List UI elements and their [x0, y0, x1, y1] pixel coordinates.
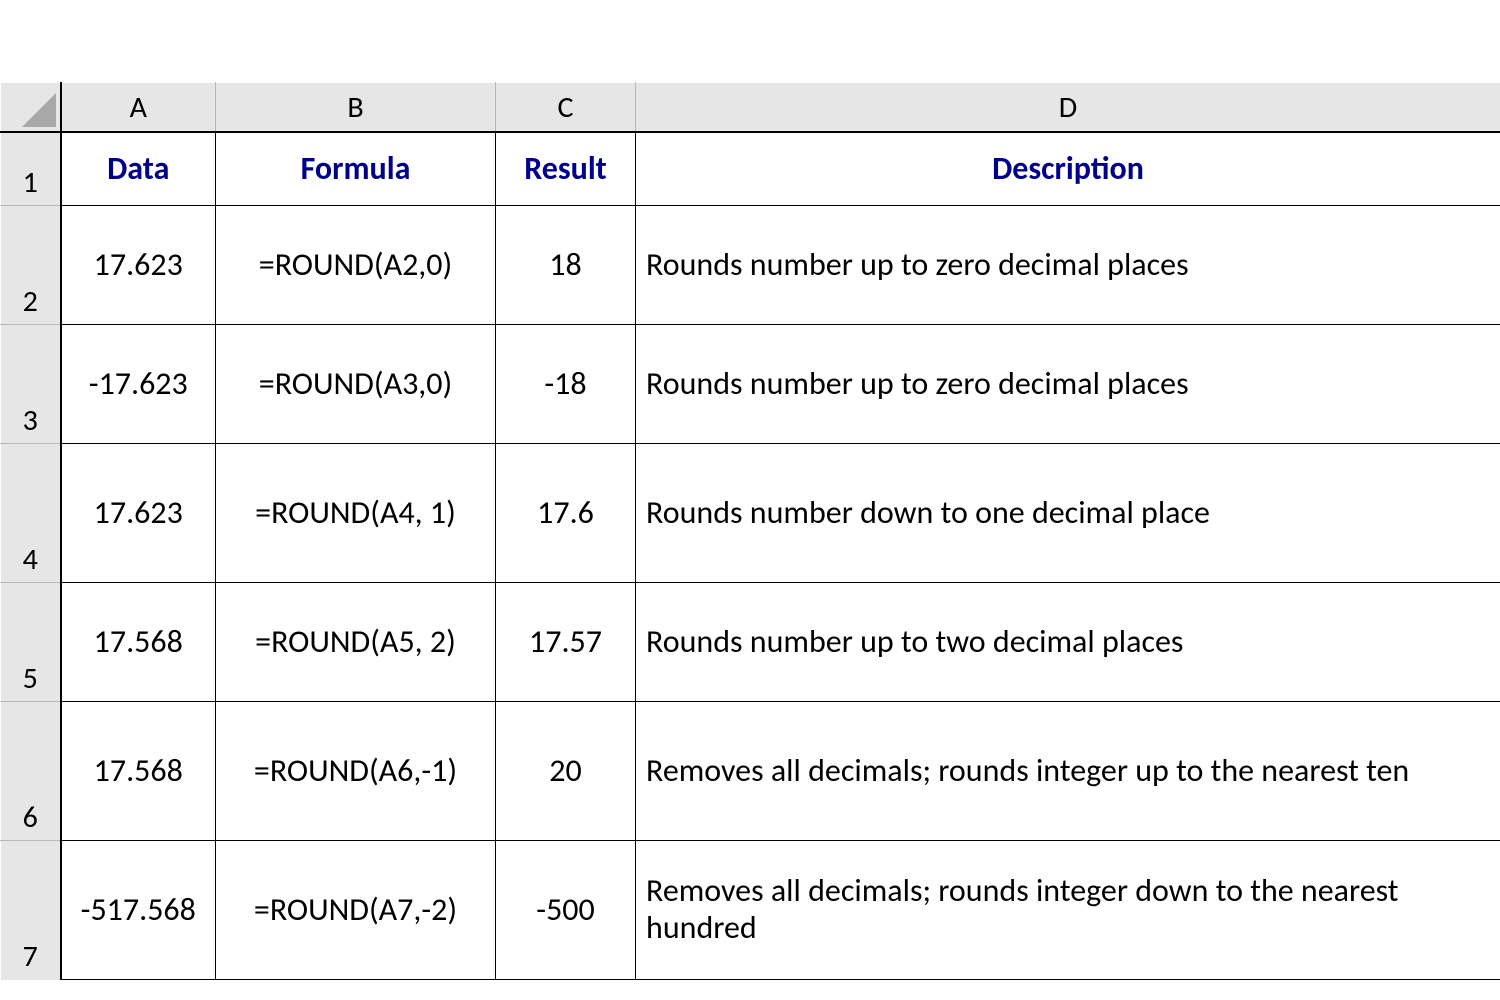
cell-A1[interactable]: Data: [61, 132, 216, 206]
cell-B7[interactable]: =ROUND(A7,-2): [216, 841, 496, 980]
table-row: 6 17.568 =ROUND(A6,-1) 20 Removes all de…: [1, 702, 1500, 841]
table-row: 4 17.623 =ROUND(A4, 1) 17.6 Rounds numbe…: [1, 444, 1500, 583]
cell-D4[interactable]: Rounds number down to one decimal place: [636, 444, 1500, 583]
column-header-row: A B C D: [1, 83, 1500, 133]
cell-C5[interactable]: 17.57: [496, 583, 636, 702]
cell-B6[interactable]: =ROUND(A6,-1): [216, 702, 496, 841]
cell-D2[interactable]: Rounds number up to zero decimal places: [636, 206, 1500, 325]
cell-A4[interactable]: 17.623: [61, 444, 216, 583]
cell-D7[interactable]: Removes all decimals; rounds integer dow…: [636, 841, 1500, 980]
row-header-5[interactable]: 5: [1, 583, 61, 702]
cell-C1[interactable]: Result: [496, 132, 636, 206]
cell-C3[interactable]: -18: [496, 325, 636, 444]
cell-C4[interactable]: 17.6: [496, 444, 636, 583]
grid-table: A B C D 1 Data Formula Result Descriptio…: [0, 82, 1500, 980]
cell-B1[interactable]: Formula: [216, 132, 496, 206]
cell-A5[interactable]: 17.568: [61, 583, 216, 702]
table-row: 7 -517.568 =ROUND(A7,-2) -500 Removes al…: [1, 841, 1500, 980]
row-header-3[interactable]: 3: [1, 325, 61, 444]
cell-D5[interactable]: Rounds number up to two decimal places: [636, 583, 1500, 702]
cell-C6[interactable]: 20: [496, 702, 636, 841]
cell-B4[interactable]: =ROUND(A4, 1): [216, 444, 496, 583]
cell-A3[interactable]: -17.623: [61, 325, 216, 444]
cell-D1[interactable]: Description: [636, 132, 1500, 206]
cell-A7[interactable]: -517.568: [61, 841, 216, 980]
cell-C7[interactable]: -500: [496, 841, 636, 980]
column-header-B[interactable]: B: [216, 83, 496, 133]
row-header-2[interactable]: 2: [1, 206, 61, 325]
cell-A2[interactable]: 17.623: [61, 206, 216, 325]
cell-A6[interactable]: 17.568: [61, 702, 216, 841]
table-row: 5 17.568 =ROUND(A5, 2) 17.57 Rounds numb…: [1, 583, 1500, 702]
table-row: 3 -17.623 =ROUND(A3,0) -18 Rounds number…: [1, 325, 1500, 444]
row-header-1[interactable]: 1: [1, 132, 61, 206]
cell-D3[interactable]: Rounds number up to zero decimal places: [636, 325, 1500, 444]
spreadsheet: A B C D 1 Data Formula Result Descriptio…: [0, 82, 1500, 980]
row-header-7[interactable]: 7: [1, 841, 61, 980]
table-row: 1 Data Formula Result Description: [1, 132, 1500, 206]
cell-B5[interactable]: =ROUND(A5, 2): [216, 583, 496, 702]
row-header-4[interactable]: 4: [1, 444, 61, 583]
cell-B2[interactable]: =ROUND(A2,0): [216, 206, 496, 325]
cell-B3[interactable]: =ROUND(A3,0): [216, 325, 496, 444]
column-header-A[interactable]: A: [61, 83, 216, 133]
cell-C2[interactable]: 18: [496, 206, 636, 325]
column-header-C[interactable]: C: [496, 83, 636, 133]
select-all-corner[interactable]: [1, 83, 61, 133]
select-all-icon: [22, 93, 56, 127]
column-header-D[interactable]: D: [636, 83, 1500, 133]
cell-D6[interactable]: Removes all decimals; rounds integer up …: [636, 702, 1500, 841]
row-header-6[interactable]: 6: [1, 702, 61, 841]
table-row: 2 17.623 =ROUND(A2,0) 18 Rounds number u…: [1, 206, 1500, 325]
